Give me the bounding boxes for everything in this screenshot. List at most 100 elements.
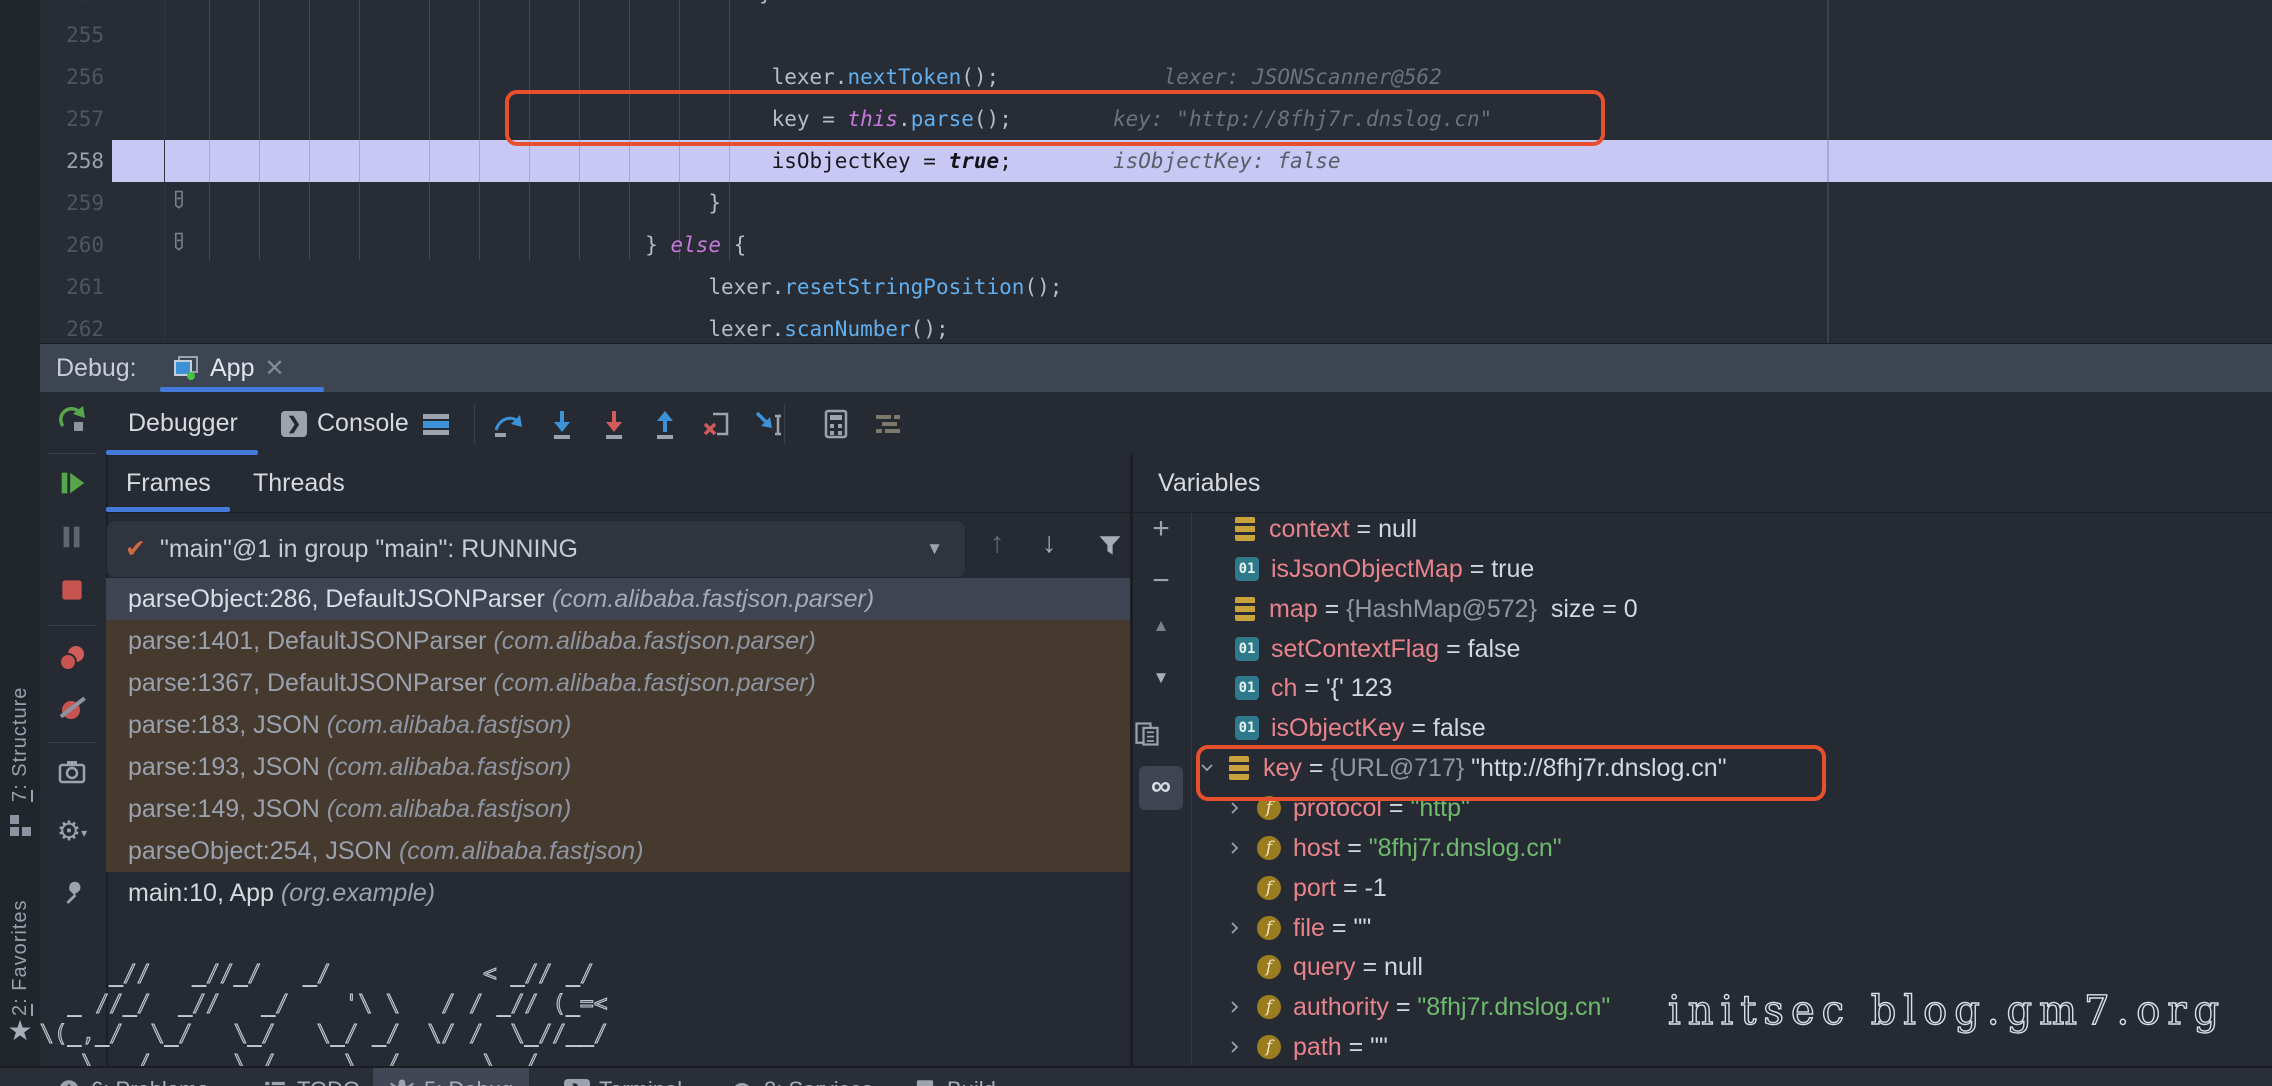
step-into-button[interactable] [544,406,580,442]
variable-row-setContextFlag[interactable]: 01setContextFlag = false [1235,629,1520,669]
add-watch-button[interactable]: + [1133,512,1189,546]
settings-gear-icon: ⚙▾ [57,816,87,847]
rerun-button[interactable] [40,404,104,441]
mute-breakpoints-button[interactable] [40,692,104,729]
site-watermark: initsec blog.gm7.org [1668,988,2226,1034]
trace-stream-button[interactable] [870,406,906,442]
variable-row-query[interactable]: fquery = null [1227,947,1423,987]
code-line-262[interactable]: 262 lexer.scanNumber(); [0,308,2272,344]
frame-down-button[interactable]: ↓ [1042,527,1057,560]
tab-console[interactable]: ❯ Console [281,392,409,455]
remove-watch-button[interactable]: − [1133,564,1189,598]
chevron-right-icon[interactable] [1227,999,1243,1015]
statusbar-item-label: TODO [297,1077,360,1086]
tab-threads[interactable]: Threads [253,455,345,512]
close-icon[interactable]: ✕ [264,354,284,383]
stack-frame-row[interactable]: parseObject:286, DefaultJSONParser (com.… [106,578,1130,620]
stack-frame-row[interactable]: parse:1401, DefaultJSONParser (com.aliba… [106,620,1130,662]
copy-stack-button[interactable] [1133,720,1189,748]
code-line-260[interactable]: 260 } else { [0,224,2272,266]
variable-value: = null [1356,947,1423,987]
stack-frame-row[interactable]: parse:1367, DefaultJSONParser (com.aliba… [106,662,1130,704]
variable-row-file[interactable]: ffile = "" [1227,908,1371,948]
variable-row-path[interactable]: fpath = "" [1227,1027,1388,1066]
step-out-button[interactable] [647,406,683,442]
primitive-value-icon: 01 [1235,716,1259,740]
variables-title-label: Variables [1158,469,1260,498]
primitive-value-icon: 01 [1235,557,1259,581]
code-line-259[interactable]: 259 } [0,182,2272,224]
checkmark-icon: ✔ [125,534,146,564]
bug-icon [389,1077,415,1086]
variable-row-authority[interactable]: fauthority = "8fhj7r.dnslog.cn" [1227,987,1610,1027]
run-to-cursor-button[interactable] [751,406,787,442]
variable-row-ch[interactable]: 01ch = '{' 123 [1235,668,1392,708]
remove-watch-icon: − [1152,577,1170,594]
variable-row-host[interactable]: fhost = "8fhj7r.dnslog.cn" [1227,828,1562,868]
tab-debugger[interactable]: Debugger [128,392,238,455]
thread-selector-dropdown[interactable]: ✔ "main"@1 in group "main": RUNNING ▼ [106,520,966,578]
step-over-button[interactable] [490,406,526,442]
chevron-right-icon[interactable] [1227,920,1243,936]
field-icon: f [1257,916,1281,940]
stack-frame-row[interactable]: parse:149, JSON (com.alibaba.fastjson) [106,788,1130,830]
variable-row-context[interactable]: context = null [1235,512,1417,549]
variable-row-map[interactable]: map = {HashMap@572} size = 0 [1235,589,1638,629]
frame-package: (com.alibaba.fastjson) [327,711,572,739]
code-line-254[interactable]: 254 } [0,0,2272,14]
statusbar-item-build[interactable]: Build [896,1068,1012,1086]
variable-row-isObjectKey[interactable]: 01isObjectKey = false [1235,708,1486,748]
code-line-255[interactable]: 255 [0,14,2272,56]
session-tab-app[interactable]: App ✕ [158,344,299,392]
code-text: } else { [190,224,746,266]
chevron-right-icon[interactable] [1227,800,1243,816]
code-editor[interactable]: 254 }255256 lexer.nextToken(); lexer: JS… [0,0,2272,344]
stack-frame-row[interactable]: main:10, App (org.example) [106,872,1130,914]
code-line-258[interactable]: 258 isObjectKey = true; isObjectKey: fal… [0,140,2272,182]
resume-button[interactable] [40,468,104,503]
variable-row-isJsonObjectMap[interactable]: 01isJsonObjectMap = true [1235,549,1534,589]
variable-name: isJsonObjectMap [1271,549,1463,589]
code-line-261[interactable]: 261 lexer.resetStringPosition(); [0,266,2272,308]
chevron-right-icon[interactable] [1227,1039,1243,1055]
thread-dump-camera-button[interactable] [40,756,104,793]
pin-button[interactable] [40,878,104,913]
statusbar-item--problems[interactable]: 6: Problems [40,1068,224,1086]
variable-value: size = 0 [1544,589,1638,629]
variable-value: = "" [1342,1027,1388,1066]
force-step-into-button[interactable] [596,406,632,442]
move-up-button[interactable]: ▲ [1133,616,1189,636]
variable-name: authority [1293,987,1389,1027]
fold-marker-icon[interactable] [172,230,192,252]
variable-row-port[interactable]: fport = -1 [1227,868,1387,908]
sidebar-item-structure[interactable]: 7: Structure [0,680,40,802]
field-icon: f [1257,1035,1281,1059]
variable-value: {HashMap@572} [1346,589,1544,629]
stack-frame-row[interactable]: parseObject:254, JSON (com.alibaba.fastj… [106,830,1130,872]
frame-location: parseObject:286, DefaultJSONParser [128,585,552,613]
view-breakpoints-button[interactable] [40,642,104,679]
stack-frame-row[interactable]: parse:183, JSON (com.alibaba.fastjson) [106,704,1130,746]
settings-gear-button[interactable]: ⚙▾ [40,816,104,847]
evaluate-expression-button[interactable] [818,406,854,442]
tab-frames[interactable]: Frames [126,455,211,512]
frame-up-button[interactable]: ↑ [990,527,1005,560]
fold-marker-icon[interactable] [172,188,192,210]
drop-frame-button[interactable] [699,406,735,442]
statusbar-item-todo[interactable]: TODO [246,1068,376,1086]
pause-button[interactable] [40,522,104,557]
watches-toggle-button[interactable]: ∞ [1133,770,1189,802]
tab-threads-label: Threads [253,469,345,498]
statusbar-item-terminal[interactable]: ❯Terminal [548,1068,698,1086]
stack-frame-row[interactable]: parse:193, JSON (com.alibaba.fastjson) [106,746,1130,788]
field-icon: f [1257,836,1281,860]
chevron-right-icon[interactable] [1227,840,1243,856]
layout-bars-button[interactable] [418,406,454,442]
statusbar-item--debug[interactable]: 5: Debug [373,1068,529,1086]
stop-button[interactable] [40,576,104,609]
filter-funnel-icon[interactable] [1096,531,1124,559]
statusbar-item--services[interactable]: 8: Services [713,1068,889,1086]
structure-icon[interactable] [0,812,40,838]
field-icon: f [1257,955,1281,979]
move-down-button[interactable]: ▼ [1133,668,1189,688]
